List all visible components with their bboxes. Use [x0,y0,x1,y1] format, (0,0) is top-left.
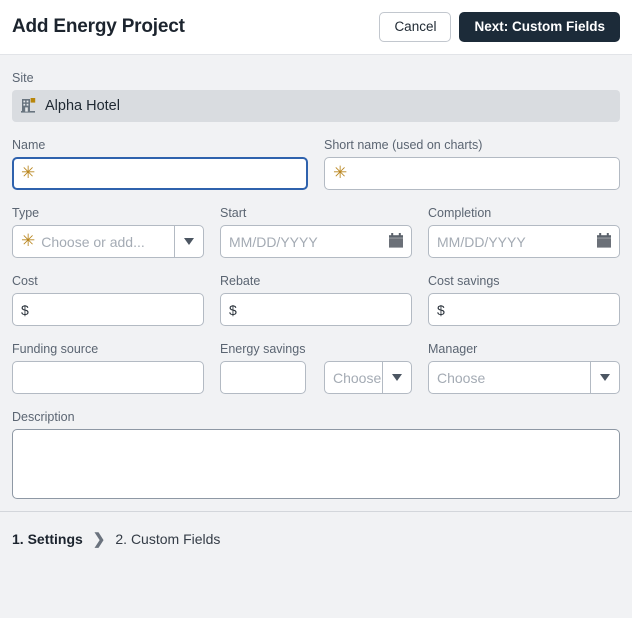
chevron-down-icon [184,238,194,245]
building-icon [20,96,38,117]
currency-symbol: $ [437,301,445,318]
name-input[interactable]: ✳ [12,157,308,190]
manager-dropdown-button[interactable] [590,361,620,394]
dialog-header: Add Energy Project Cancel Next: Custom F… [0,0,632,55]
type-input[interactable]: ✳ Choose or add... [12,225,174,258]
currency-symbol: $ [229,301,237,318]
start-label: Start [220,206,247,220]
manager-label: Manager [428,342,478,356]
energy-savings-units-combobox[interactable]: Choose [324,361,412,394]
chevron-down-icon [392,374,402,381]
next-custom-fields-button[interactable]: Next: Custom Fields [459,11,620,43]
site-row: Site Alpha Hotel [12,71,620,122]
header-actions: Cancel Next: Custom Fields [379,11,620,43]
chevron-down-icon [600,374,610,381]
calendar-icon[interactable] [597,232,611,251]
page-title: Add Energy Project [12,16,185,37]
type-date-row: Type ✳ Choose or add... Start MM/DD/YYYY [12,206,620,258]
type-dropdown-button[interactable] [174,225,204,258]
required-marker-icon: ✳ [333,163,348,183]
cost-label: Cost [12,274,38,288]
site-label: Site [12,71,34,85]
funding-source-label: Funding source [12,342,99,356]
cancel-button[interactable]: Cancel [379,11,452,43]
step-custom-fields[interactable]: 2. Custom Fields [115,531,220,547]
manager-input[interactable]: Choose [428,361,590,394]
manager-combobox[interactable]: Choose [428,361,620,394]
energy-savings-units-input[interactable]: Choose [324,361,382,394]
name-row: Name ✳ Short name (used on charts) ✳ [12,138,620,190]
cost-input[interactable]: $ [12,293,204,326]
completion-date-input[interactable]: MM/DD/YYYY [428,225,620,258]
name-label: Name [12,138,46,152]
currency-symbol: $ [21,301,29,318]
energy-savings-label: Energy savings [220,342,306,356]
funding-energy-manager-row: Funding source Energy savings Choose Man… [12,342,620,394]
step-breadcrumb: 1. Settings ❯ 2. Custom Fields [0,512,632,566]
calendar-icon[interactable] [389,232,403,251]
completion-label: Completion [428,206,492,220]
completion-date-placeholder: MM/DD/YYYY [437,233,526,250]
project-form: Site Alpha Hotel Name ✳ Short name (used… [0,55,632,499]
rebate-input[interactable]: $ [220,293,412,326]
energy-savings-units-placeholder: Choose [333,369,382,386]
required-marker-icon: ✳ [21,163,36,183]
description-label: Description [12,410,75,424]
cost-savings-input[interactable]: $ [428,293,620,326]
manager-placeholder: Choose [437,369,486,386]
type-label: Type [12,206,40,220]
short-name-label: Short name (used on charts) [324,138,483,152]
description-textarea[interactable] [12,429,620,499]
site-name: Alpha Hotel [45,98,120,114]
type-placeholder: Choose or add... [41,233,145,250]
money-row: Cost $ Rebate $ Cost savings $ [12,274,620,326]
energy-savings-units-dropdown-button[interactable] [382,361,412,394]
start-date-input[interactable]: MM/DD/YYYY [220,225,412,258]
chevron-right-icon: ❯ [92,531,106,548]
cost-savings-label: Cost savings [428,274,500,288]
short-name-input[interactable]: ✳ [324,157,620,190]
type-combobox[interactable]: ✳ Choose or add... [12,225,204,258]
rebate-label: Rebate [220,274,261,288]
required-marker-icon: ✳ [21,231,36,251]
funding-source-input[interactable] [12,361,204,394]
start-date-placeholder: MM/DD/YYYY [229,233,318,250]
step-settings[interactable]: 1. Settings [12,531,83,547]
description-row: Description [12,410,620,499]
site-banner: Alpha Hotel [12,90,620,122]
energy-savings-input[interactable] [220,361,306,394]
